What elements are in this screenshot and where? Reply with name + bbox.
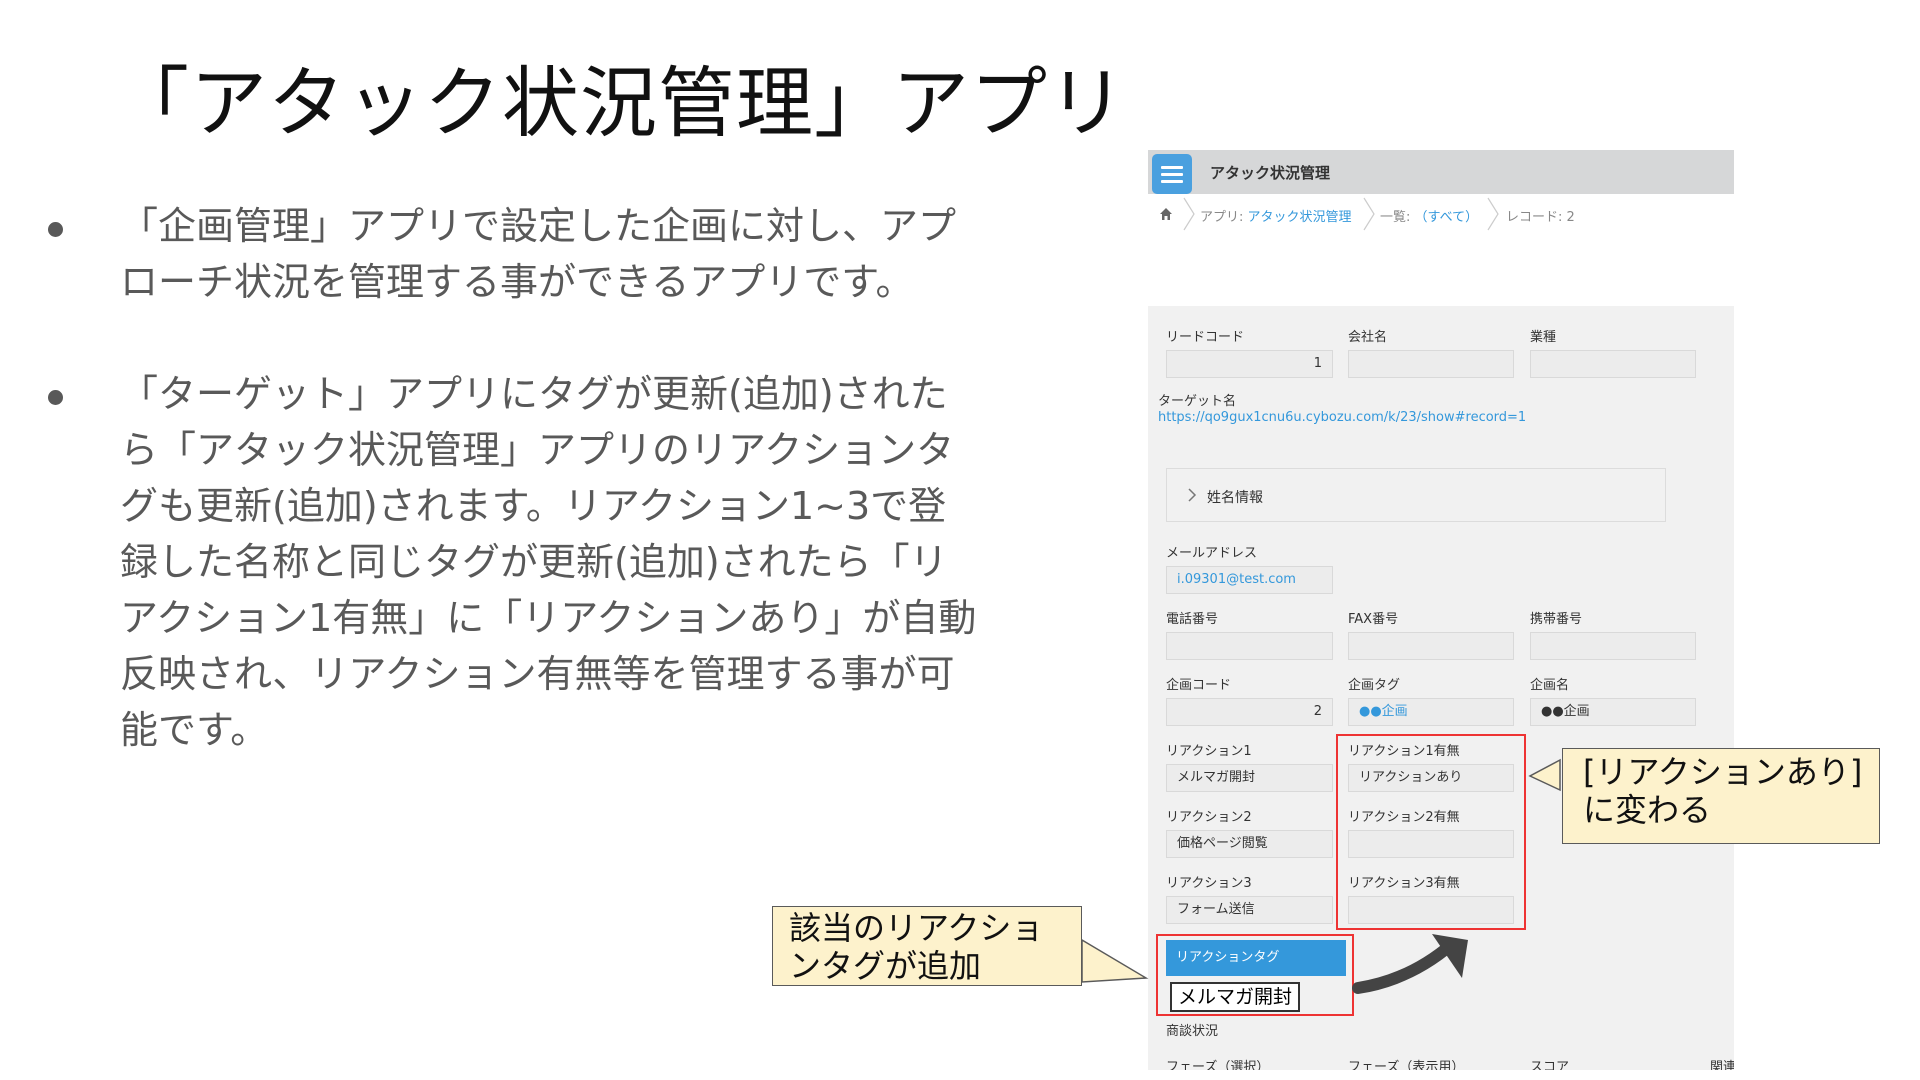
callout-pointer-icon — [1528, 758, 1561, 792]
callout-tag-added: 該当のリアクショ ンタグが追加 — [772, 906, 1082, 986]
callout-reaction-changed: [リアクションあり] に変わる — [1562, 748, 1880, 844]
callout-pointer-icon — [1081, 938, 1149, 983]
curved-arrow-icon — [1352, 938, 1458, 994]
